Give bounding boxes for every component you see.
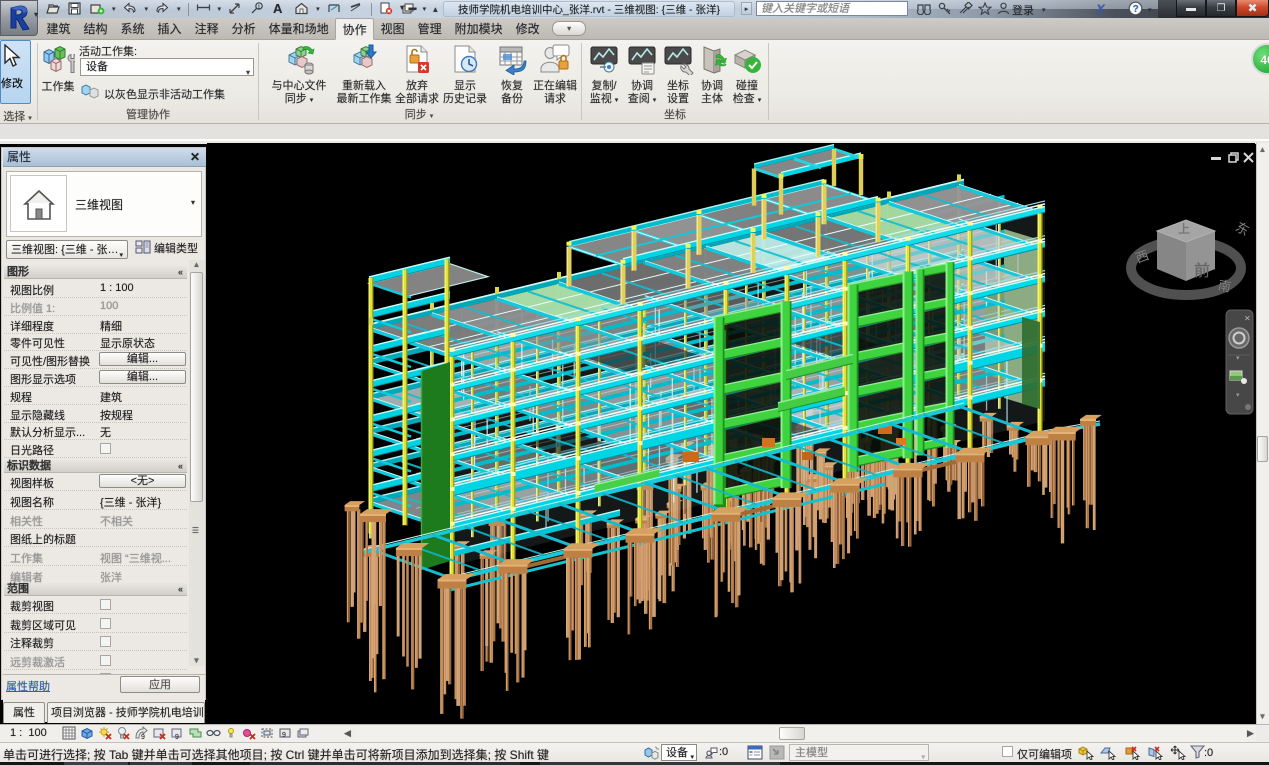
svg-text:✕: ✕ xyxy=(1244,314,1251,323)
svg-text:X: X xyxy=(1096,2,1106,15)
svg-text:▾: ▾ xyxy=(1236,355,1240,362)
svg-text:1: 1 xyxy=(258,5,261,11)
svg-text:▾: ▾ xyxy=(1236,392,1240,399)
svg-text:A: A xyxy=(273,2,283,14)
svg-text:前: 前 xyxy=(1194,262,1210,280)
svg-text:上: 上 xyxy=(1178,222,1190,236)
svg-text:9: 9 xyxy=(141,734,145,741)
svg-text:9: 9 xyxy=(175,734,179,741)
svg-text:?: ? xyxy=(1133,4,1139,15)
svg-text:9: 9 xyxy=(282,732,286,739)
